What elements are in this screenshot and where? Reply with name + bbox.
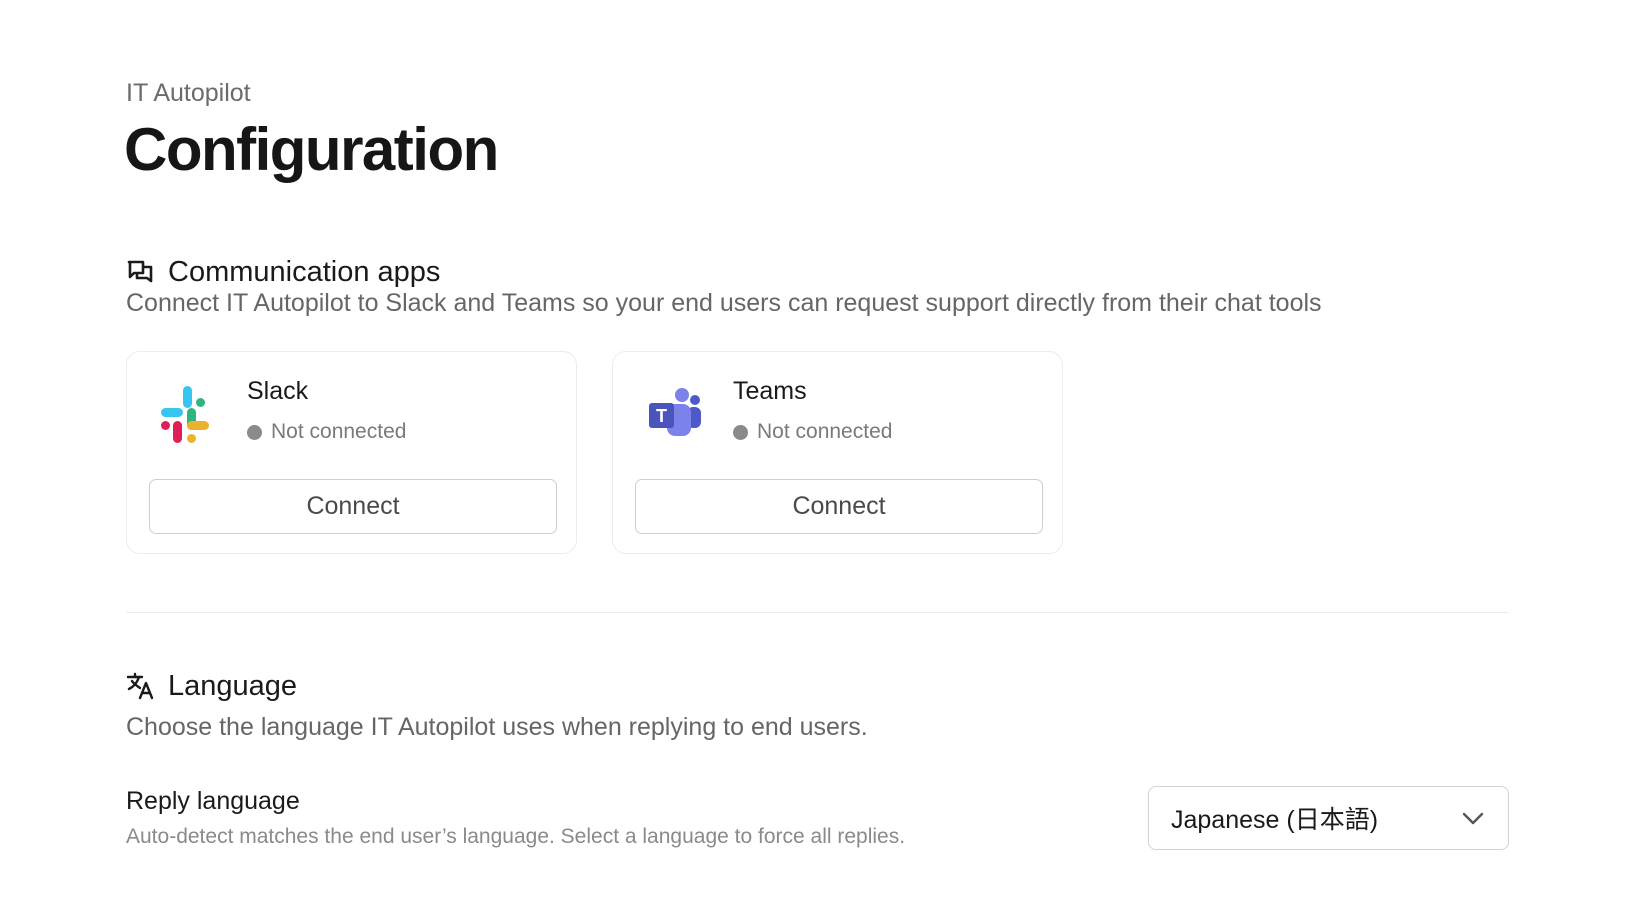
language-section-description: Choose the language IT Autopilot uses wh… <box>126 713 868 741</box>
reply-language-help: Auto-detect matches the end user’s langu… <box>126 825 906 848</box>
reply-language-value: Japanese (日本語) <box>1171 806 1379 834</box>
teams-card: T Teams Not connected Connect <box>612 351 1063 554</box>
breadcrumb[interactable]: IT Autopilot <box>126 78 251 108</box>
slack-logo-icon <box>161 386 209 443</box>
status-dot-icon <box>247 424 262 440</box>
teams-status: Not connected <box>733 419 892 445</box>
chat-bubbles-icon <box>127 260 153 283</box>
reply-language-select[interactable]: Japanese (日本語) <box>1148 786 1509 850</box>
language-section-header: Language <box>126 669 297 703</box>
status-dot-icon <box>733 424 748 440</box>
slack-connect-button[interactable]: Connect <box>149 479 557 534</box>
configuration-page: IT Autopilot Configuration Communication… <box>0 0 1646 924</box>
translate-icon <box>126 672 154 700</box>
section-divider <box>126 612 1509 613</box>
teams-logo-icon: T <box>649 388 701 436</box>
slack-card: Slack Not connected Connect <box>126 351 577 554</box>
slack-status-text: Not connected <box>271 420 407 443</box>
reply-language-label: Reply language <box>126 787 300 815</box>
slack-name: Slack <box>247 377 309 405</box>
page-title: Configuration <box>124 116 499 183</box>
communication-section-description: Connect IT Autopilot to Slack and Teams … <box>126 289 1322 317</box>
communication-section-header: Communication apps <box>126 255 440 289</box>
chevron-down-icon <box>1462 812 1484 825</box>
slack-status: Not connected <box>247 419 406 445</box>
communication-section-title: Communication apps <box>168 256 441 288</box>
teams-name: Teams <box>733 377 807 405</box>
language-section-title: Language <box>168 670 298 702</box>
teams-connect-button[interactable]: Connect <box>635 479 1043 534</box>
svg-text:T: T <box>656 406 667 426</box>
teams-status-text: Not connected <box>757 420 893 443</box>
